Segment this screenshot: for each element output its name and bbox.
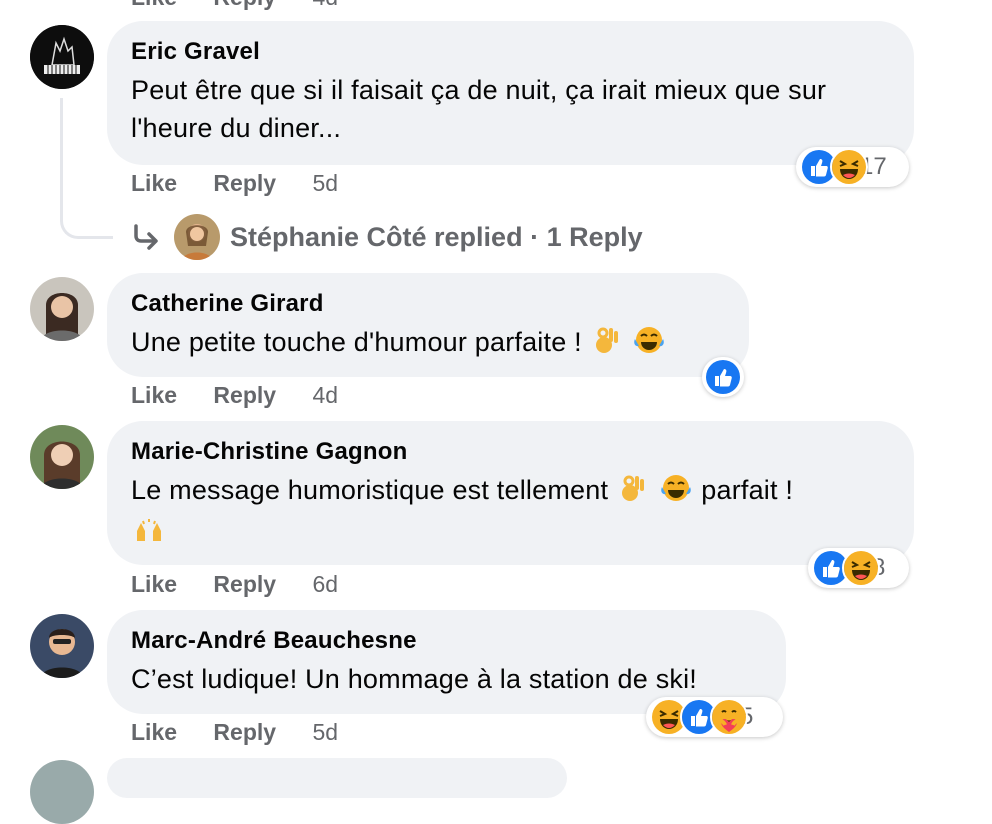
like-reaction-icon	[704, 358, 742, 396]
avatar-catherine-girard[interactable]	[30, 277, 94, 341]
like-button[interactable]: Like	[131, 0, 177, 10]
like-button[interactable]: Like	[131, 719, 177, 745]
tears-of-joy-icon	[660, 473, 692, 513]
view-replies-link[interactable]: Stéphanie Côté replied · 1 Reply	[132, 214, 643, 260]
comment-author[interactable]: Catherine Girard	[131, 289, 725, 319]
comment-actions: Like Reply 5d	[131, 170, 368, 197]
replier-name: Stéphanie Côté replied	[230, 221, 523, 252]
comment-bubble: Eric Gravel Peut être que si il faisait …	[107, 21, 914, 165]
reply-button[interactable]: Reply	[213, 0, 276, 10]
avatar-marc-andre-beauchesne[interactable]	[30, 614, 94, 678]
comment-actions: Like Reply 6d	[131, 571, 368, 598]
reaction-summary[interactable]: 17	[796, 147, 909, 187]
comment-author[interactable]: Marc-André Beauchesne	[131, 626, 762, 656]
avatar-marie-christine-gagnon[interactable]	[30, 425, 94, 489]
comment-actions-partial: Like Reply 4d	[131, 0, 368, 11]
haha-reaction-icon	[842, 549, 880, 587]
piano-logo-icon	[30, 25, 94, 89]
like-button[interactable]: Like	[131, 571, 177, 597]
avatar-stephanie-cote	[174, 214, 220, 260]
comment-text-line-2	[131, 517, 890, 550]
reaction-summary[interactable]: 8	[808, 548, 909, 588]
comment-actions: Like Reply 5d	[131, 719, 368, 746]
care-reaction-icon	[710, 698, 748, 736]
comment-bubble: Marie-Christine Gagnon Le message humori…	[107, 421, 914, 565]
comment-text: C’est ludique! Un hommage à la station d…	[131, 664, 697, 694]
tears-of-joy-icon	[633, 325, 665, 365]
comment-author[interactable]: Eric Gravel	[131, 37, 890, 67]
reply-button[interactable]: Reply	[213, 382, 276, 408]
comment-text-part1: Le message humoristique est tellement	[131, 475, 609, 505]
raising-hands-icon	[133, 517, 165, 550]
reply-button[interactable]: Reply	[213, 170, 276, 196]
comment-text: Une petite touche d'humour parfaite !	[131, 327, 582, 357]
avatar-eric-gravel[interactable]	[30, 25, 94, 89]
haha-reaction-icon	[830, 148, 868, 186]
timestamp: 4d	[312, 382, 339, 408]
like-button[interactable]: Like	[131, 170, 177, 196]
reaction-summary[interactable]: 5	[646, 697, 783, 737]
comment-author[interactable]: Marie-Christine Gagnon	[131, 437, 890, 467]
avatar-next-comment[interactable]	[30, 760, 94, 824]
thread-connector	[60, 98, 113, 239]
comment-text: Peut être que si il faisait ça de nuit, …	[131, 75, 827, 143]
timestamp: 6d	[312, 571, 339, 597]
timestamp: 5d	[312, 170, 339, 196]
comment-text-part2: parfait !	[701, 475, 794, 505]
separator: ·	[522, 221, 547, 252]
like-button[interactable]: Like	[131, 382, 177, 408]
comment-actions: Like Reply 4d	[131, 382, 368, 409]
comment-bubble: Catherine Girard Une petite touche d'hum…	[107, 273, 749, 377]
comment-text-line: Une petite touche d'humour parfaite !	[131, 323, 725, 365]
timestamp: 5d	[312, 719, 339, 745]
reaction-summary[interactable]	[702, 357, 744, 397]
ok-hand-icon	[592, 325, 622, 365]
reply-button[interactable]: Reply	[213, 719, 276, 745]
reply-count: 1 Reply	[546, 221, 643, 252]
reply-arrow-icon	[134, 224, 158, 250]
timestamp: 4d	[312, 0, 338, 10]
comment-bubble-partial	[107, 758, 567, 798]
ok-hand-icon	[618, 473, 648, 513]
comment-text-line: Le message humoristique est tellement pa…	[131, 471, 890, 513]
reply-button[interactable]: Reply	[213, 571, 276, 597]
